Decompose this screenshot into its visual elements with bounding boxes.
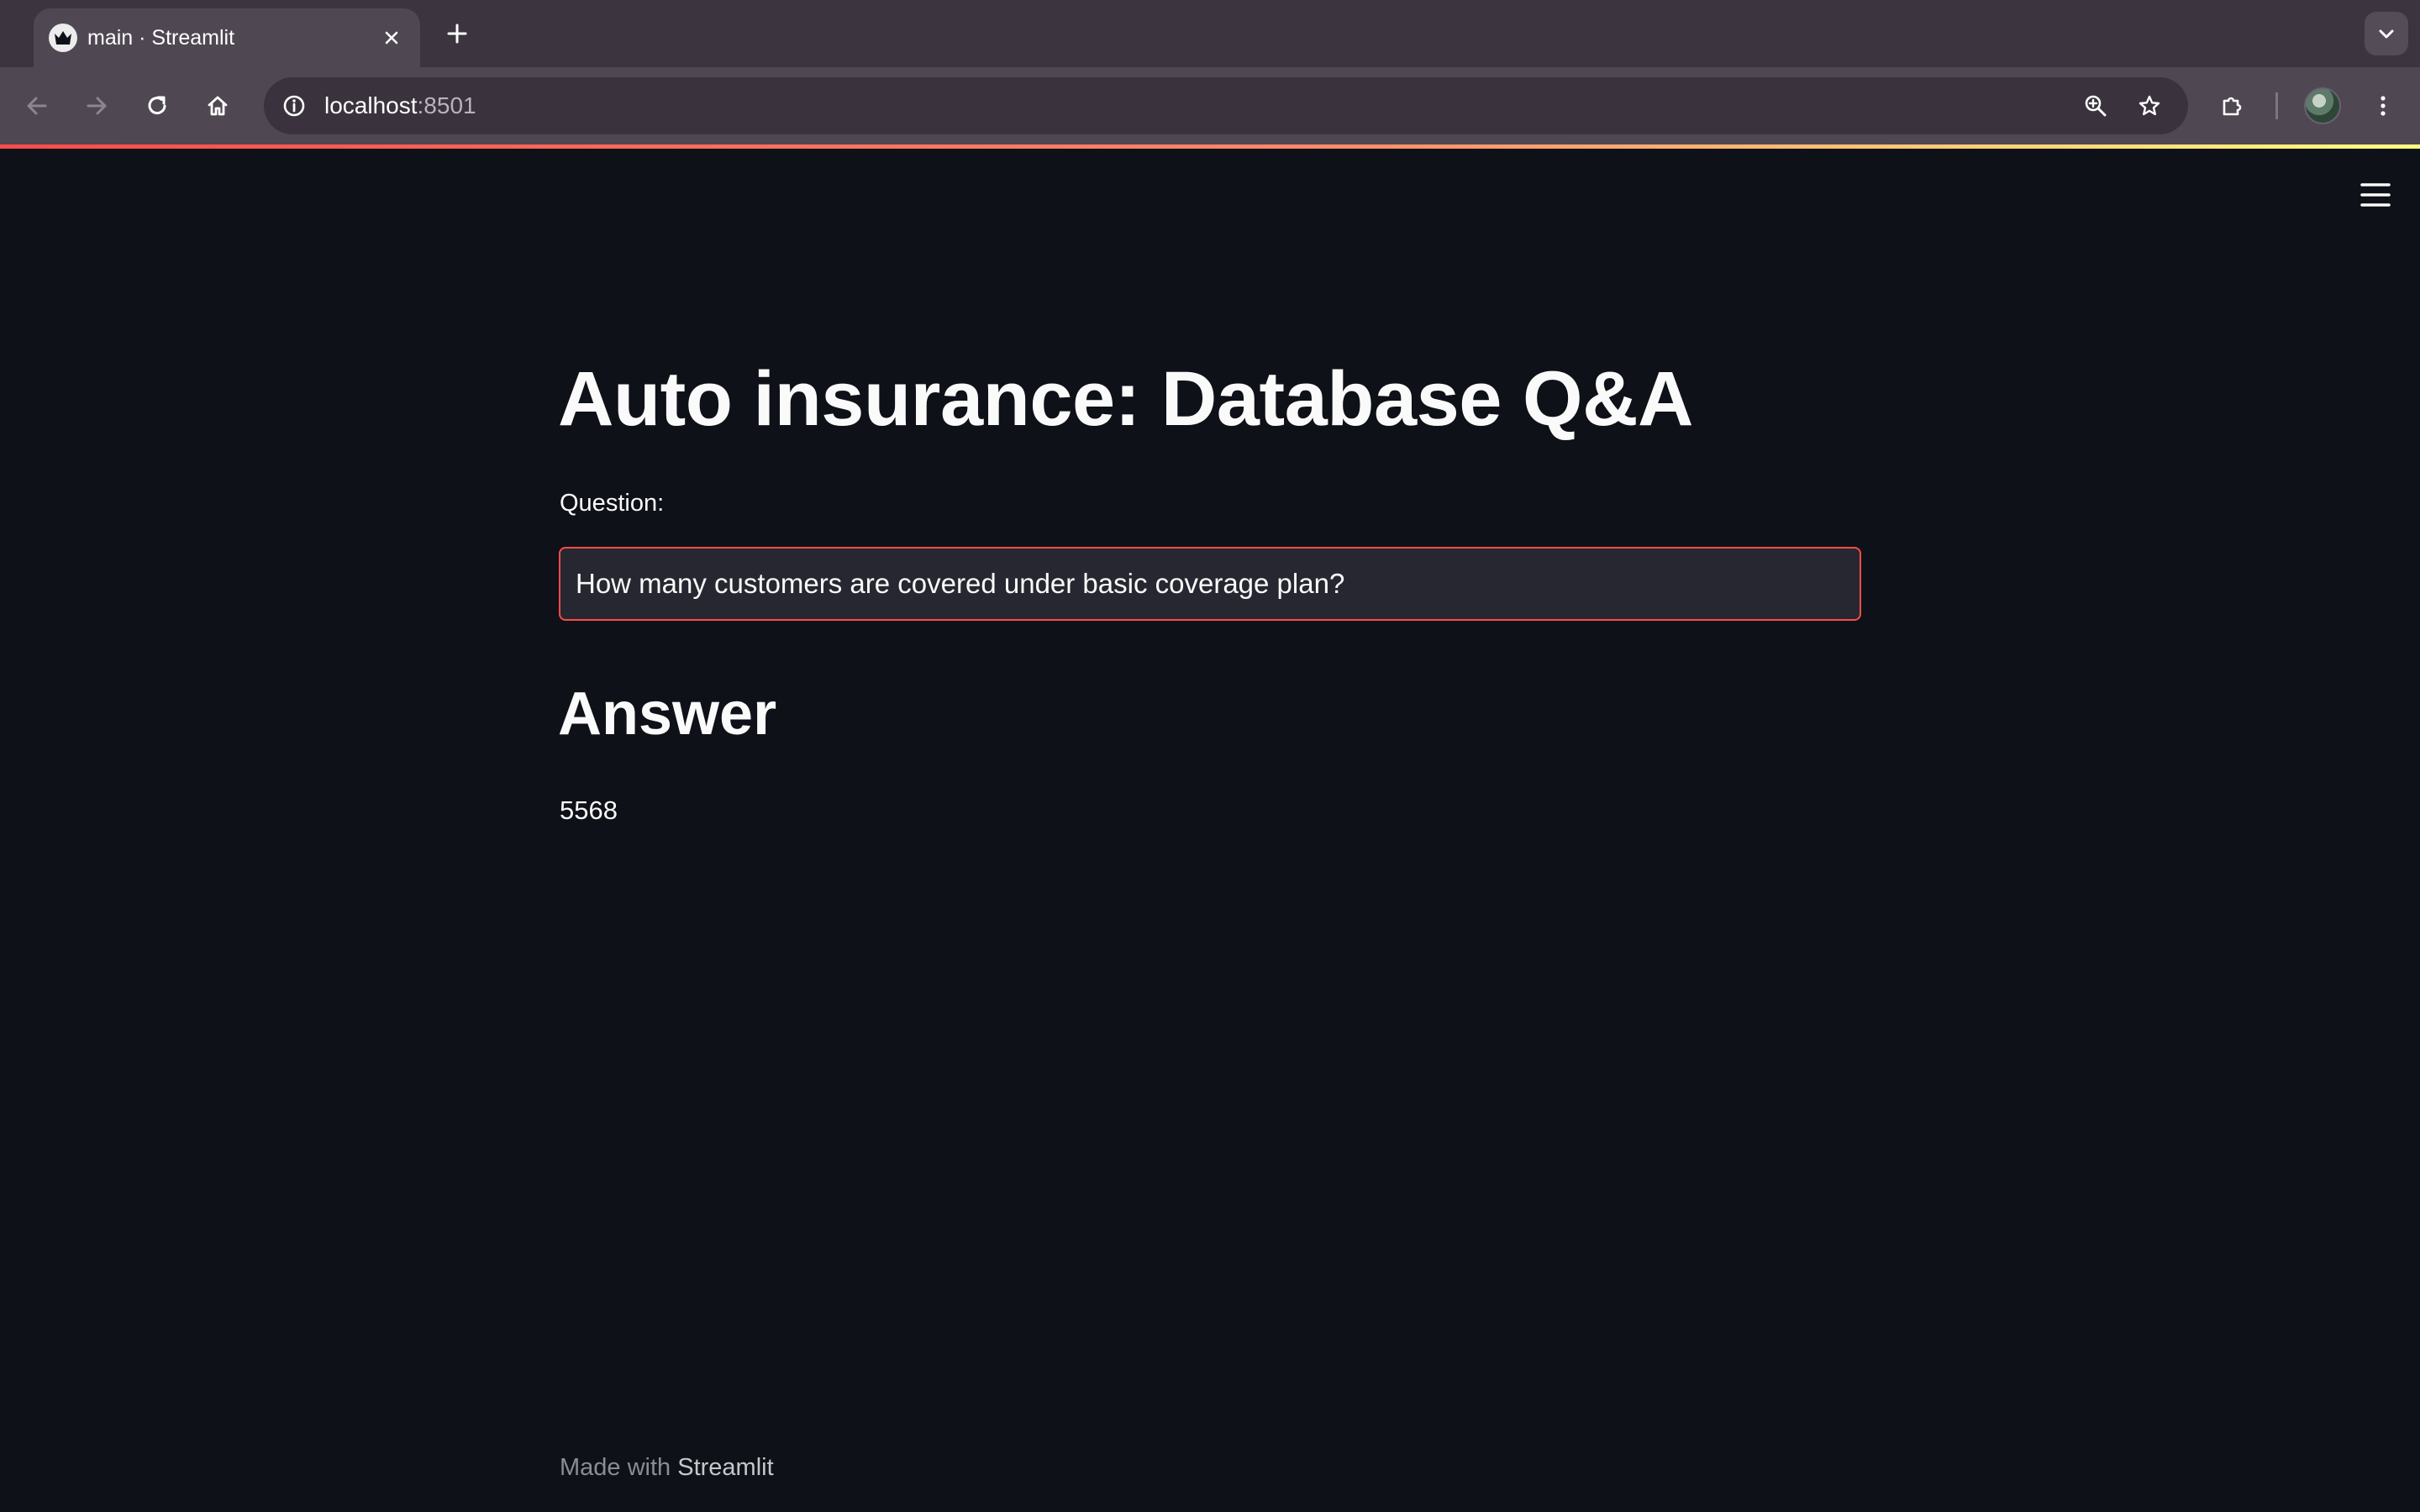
hamburger-menu-icon [2360, 183, 2391, 207]
app-menu-button[interactable] [2358, 177, 2393, 213]
home-icon [208, 96, 228, 116]
footer: Made with Streamlit [560, 1454, 774, 1482]
home-button[interactable] [196, 84, 239, 128]
browser-tab-bar: main · Streamlit [0, 0, 2420, 67]
browser-tab[interactable]: main · Streamlit [34, 8, 420, 67]
address-bar[interactable]: localhost:8501 [264, 77, 2188, 134]
url-text[interactable]: localhost:8501 [324, 77, 476, 134]
close-icon[interactable] [376, 23, 407, 53]
profile-avatar[interactable] [2304, 87, 2341, 124]
info-icon[interactable] [276, 87, 313, 124]
new-tab-button[interactable] [440, 17, 474, 50]
streamlit-crown-icon [49, 24, 77, 52]
answer-heading: Answer [558, 680, 777, 748]
reload-button[interactable] [135, 84, 179, 128]
question-label: Question: [560, 490, 665, 517]
kebab-menu-icon [2381, 96, 2386, 116]
toolbar-divider [2275, 92, 2278, 119]
footer-prefix: Made with [560, 1454, 671, 1481]
url-port: :8501 [417, 92, 476, 118]
url-host: localhost [324, 92, 418, 118]
puzzle-icon [2223, 97, 2242, 116]
star-icon[interactable] [2129, 86, 2170, 126]
tab-search-button[interactable] [2365, 12, 2408, 55]
zoom-icon[interactable] [2075, 86, 2116, 126]
arrow-left-icon [27, 97, 47, 115]
back-button[interactable] [15, 84, 59, 128]
tab-title: main · Streamlit [87, 26, 235, 50]
extensions-button[interactable] [2210, 84, 2254, 128]
question-input[interactable] [559, 547, 1861, 621]
streamlit-link[interactable]: Streamlit [677, 1454, 773, 1481]
browser-menu-button[interactable] [2361, 84, 2405, 128]
forward-button[interactable] [75, 84, 118, 128]
streamlit-app: Auto insurance: Database Q&A Question: A… [0, 149, 2420, 1512]
reload-icon [148, 96, 166, 115]
chevron-down-icon [2379, 29, 2394, 39]
browser-toolbar: localhost:8501 [0, 67, 2420, 144]
answer-value: 5568 [560, 795, 618, 825]
arrow-right-icon [87, 97, 107, 115]
plus-icon [447, 24, 467, 44]
page-title: Auto insurance: Database Q&A [558, 356, 1693, 442]
